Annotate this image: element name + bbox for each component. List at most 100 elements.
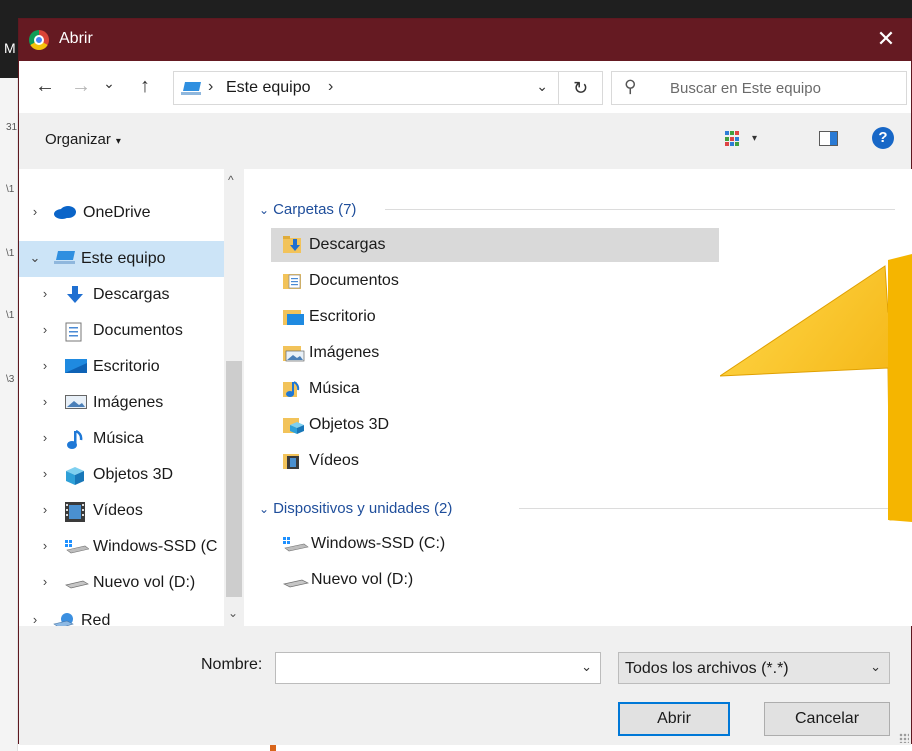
nav-item-label: Descargas: [93, 286, 170, 303]
address-row: ← → ⌄ ↑ › Este equipo › ⌄ ↻ ⚲ Buscar en …: [19, 61, 911, 113]
folder-item-music[interactable]: Música: [271, 372, 719, 406]
expand-chevron-icon[interactable]: ›: [29, 612, 41, 626]
computer-icon: [53, 250, 77, 270]
resize-grip[interactable]: [899, 733, 909, 743]
nav-item-label: Windows-SSD (C: [93, 538, 218, 555]
background-text-fragment: \1: [6, 184, 15, 195]
nav-item-documents[interactable]: › Documentos: [19, 313, 224, 349]
network-icon: [53, 612, 77, 626]
expand-chevron-icon[interactable]: ›: [39, 538, 51, 553]
folder-item-videos[interactable]: Vídeos: [271, 444, 719, 478]
forward-button[interactable]: →: [69, 75, 93, 98]
callout-arrow-shape: [720, 265, 912, 521]
file-name-input[interactable]: ⌄: [275, 652, 601, 684]
expand-chevron-icon[interactable]: ›: [39, 574, 51, 589]
breadcrumb-separator[interactable]: ›: [208, 78, 213, 96]
nav-scrollbar[interactable]: ^ ⌄: [224, 169, 244, 626]
pictures-icon: [65, 394, 87, 414]
background-left-edge: 31 \1 \1 \1 \3: [0, 78, 18, 751]
folder-label: Música: [309, 380, 360, 397]
drive-item-new-volume[interactable]: Nuevo vol (D:): [271, 563, 719, 597]
scroll-up-button[interactable]: ^: [228, 173, 234, 187]
nav-item-label: Música: [93, 430, 144, 447]
preview-pane-icon[interactable]: [819, 131, 838, 146]
computer-icon: [181, 81, 203, 101]
folder-item-pictures[interactable]: Imágenes: [271, 336, 719, 370]
back-button[interactable]: ←: [33, 75, 57, 98]
file-name-dropdown-button[interactable]: ⌄: [581, 659, 592, 675]
nav-item-music[interactable]: › Música: [19, 421, 224, 457]
window-title: Abrir: [59, 30, 93, 47]
nav-item-onedrive[interactable]: › OneDrive: [19, 195, 224, 231]
objects-3d-folder-icon: [283, 416, 305, 438]
open-button[interactable]: Abrir: [618, 702, 730, 736]
recent-locations-button[interactable]: ⌄: [97, 75, 121, 92]
music-folder-icon: [283, 380, 305, 402]
up-button[interactable]: ↑: [133, 75, 157, 98]
nav-item-windows-ssd[interactable]: › Windows-SSD (C: [19, 529, 224, 565]
drive-label: Nuevo vol (D:): [311, 571, 414, 588]
nav-item-pictures[interactable]: › Imágenes: [19, 385, 224, 421]
background-text-fragment: \1: [6, 310, 15, 321]
address-dropdown-button[interactable]: ⌄: [536, 78, 548, 95]
view-options-icon[interactable]: [725, 131, 741, 147]
nav-item-label: Nuevo vol (D:): [93, 574, 196, 591]
objects-3d-icon: [65, 466, 85, 490]
help-icon[interactable]: ?: [872, 127, 894, 149]
organize-menu-button[interactable]: Organizar ▾: [45, 131, 121, 148]
pictures-folder-icon: [283, 344, 305, 366]
close-button[interactable]: ✕: [871, 26, 901, 52]
file-type-select[interactable]: Todos los archivos (*.*) ⌄: [618, 652, 890, 684]
folder-label: Escritorio: [309, 308, 376, 325]
expand-chevron-icon[interactable]: ›: [39, 322, 51, 337]
cancel-button[interactable]: Cancelar: [764, 702, 890, 736]
windows-drive-icon: [283, 535, 309, 557]
organize-label: Organizar: [45, 131, 111, 148]
downloads-folder-icon: [283, 236, 305, 258]
expand-chevron-icon[interactable]: ›: [29, 204, 41, 219]
expand-chevron-icon[interactable]: ›: [39, 286, 51, 301]
nav-item-label: Documentos: [93, 322, 183, 339]
expand-chevron-icon[interactable]: ›: [39, 358, 51, 373]
drive-label: Windows-SSD (C:): [311, 535, 446, 552]
title-bar[interactable]: Abrir ✕: [19, 19, 911, 61]
nav-item-this-pc[interactable]: ⌄ Este equipo: [19, 241, 224, 277]
expand-chevron-icon[interactable]: ›: [39, 502, 51, 517]
group-header-devices[interactable]: ⌄ Dispositivos y unidades (2): [259, 500, 452, 517]
search-input[interactable]: ⚲ Buscar en Este equipo: [611, 71, 907, 105]
nav-item-3d-objects[interactable]: › Objetos 3D: [19, 457, 224, 493]
navigation-pane: › OneDrive ⌄ Este equipo › Descargas › D…: [19, 169, 244, 626]
expand-chevron-icon[interactable]: ›: [39, 466, 51, 481]
group-collapse-icon: ⌄: [259, 203, 270, 217]
nav-item-videos[interactable]: › Vídeos: [19, 493, 224, 529]
breadcrumb-separator[interactable]: ›: [328, 78, 333, 96]
view-options-dropdown[interactable]: ▾: [752, 133, 757, 144]
breadcrumb-location[interactable]: Este equipo: [226, 79, 311, 97]
nav-item-desktop[interactable]: › Escritorio: [19, 349, 224, 385]
address-bar[interactable]: › Este equipo › ⌄: [173, 71, 559, 105]
background-text-fragment: \1: [6, 248, 15, 259]
folder-item-downloads[interactable]: Descargas: [271, 228, 719, 262]
folder-label: Descargas: [309, 236, 386, 253]
documents-icon: [65, 322, 83, 346]
drive-item-windows-ssd[interactable]: Windows-SSD (C:): [271, 527, 719, 561]
scroll-down-button[interactable]: ⌄: [228, 606, 238, 620]
file-type-value: Todos los archivos (*.*): [625, 660, 789, 677]
folder-item-desktop[interactable]: Escritorio: [271, 300, 719, 334]
refresh-button[interactable]: ↻: [558, 71, 603, 105]
nav-item-new-volume[interactable]: › Nuevo vol (D:): [19, 565, 224, 601]
expand-chevron-icon[interactable]: ›: [39, 394, 51, 409]
group-divider: [385, 209, 895, 210]
folder-item-3d-objects[interactable]: Objetos 3D: [271, 408, 719, 442]
chevron-down-icon: ⌄: [870, 659, 881, 674]
scroll-thumb[interactable]: [226, 361, 242, 597]
folder-item-documents[interactable]: Documentos: [271, 264, 719, 298]
drive-icon: [282, 571, 310, 593]
nav-item-network[interactable]: › Red: [19, 603, 224, 626]
group-header-folders[interactable]: ⌄ Carpetas (7): [259, 201, 356, 218]
group-collapse-icon: ⌄: [259, 502, 270, 516]
collapse-chevron-icon[interactable]: ⌄: [29, 250, 41, 266]
expand-chevron-icon[interactable]: ›: [39, 430, 51, 445]
group-header-label: Carpetas (7): [273, 201, 357, 218]
nav-item-downloads[interactable]: › Descargas: [19, 277, 224, 313]
